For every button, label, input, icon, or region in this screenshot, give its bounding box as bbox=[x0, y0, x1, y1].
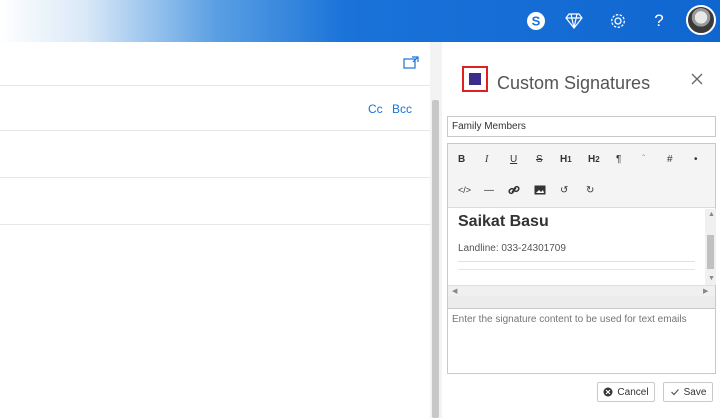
divider bbox=[0, 85, 430, 86]
top-bar: S ? bbox=[0, 0, 720, 42]
divider bbox=[458, 269, 695, 270]
signature-landline-text: Landline: 033-24301709 bbox=[458, 243, 566, 254]
diamond-icon[interactable] bbox=[561, 8, 587, 34]
paragraph-button[interactable]: ¶ bbox=[616, 151, 621, 167]
redo-button[interactable]: ↻ bbox=[586, 182, 594, 198]
svg-text:S: S bbox=[532, 14, 541, 29]
italic-button[interactable]: I bbox=[485, 151, 488, 167]
skype-icon[interactable]: S bbox=[523, 8, 549, 34]
scroll-down-icon[interactable]: ▼ bbox=[708, 275, 715, 282]
editor-horizontal-scrollbar[interactable]: ◀ ▶ bbox=[448, 285, 715, 296]
avatar[interactable] bbox=[686, 5, 716, 35]
signature-name-input[interactable] bbox=[447, 116, 716, 137]
gear-icon[interactable] bbox=[605, 8, 631, 34]
popout-icon[interactable] bbox=[403, 56, 419, 70]
link-icon[interactable] bbox=[508, 182, 520, 198]
cancel-button[interactable]: Cancel bbox=[597, 382, 655, 402]
save-label: Save bbox=[683, 386, 707, 398]
divider bbox=[458, 261, 695, 262]
signature-preview[interactable]: Saikat Basu Landline: 033-24301709 bbox=[448, 209, 705, 285]
cancel-label: Cancel bbox=[617, 386, 649, 398]
scroll-left-icon[interactable]: ◀ bbox=[452, 288, 457, 295]
scroll-right-icon[interactable]: ▶ bbox=[703, 288, 708, 295]
underline-button[interactable]: U bbox=[510, 151, 517, 167]
heading1-button[interactable]: H1 bbox=[560, 151, 572, 167]
bold-button[interactable]: B bbox=[458, 151, 465, 167]
panel-title: Custom Signatures bbox=[497, 73, 651, 93]
close-icon[interactable] bbox=[688, 70, 706, 88]
scroll-up-icon[interactable]: ▲ bbox=[708, 211, 715, 218]
code-button[interactable]: </> bbox=[458, 182, 471, 198]
signature-name-text: Saikat Basu bbox=[458, 213, 549, 230]
custom-signatures-panel: Custom Signatures B I U S H1 H2 ¶ ˆ # • … bbox=[442, 42, 720, 418]
editor-vertical-scrollbar[interactable]: ▲ ▼ bbox=[705, 209, 716, 285]
check-icon bbox=[670, 389, 679, 396]
horizontal-rule-button[interactable]: — bbox=[484, 182, 494, 198]
editor-scrollbar-thumb[interactable] bbox=[707, 235, 714, 269]
compose-area: Cc Bcc bbox=[0, 42, 430, 418]
compose-scrollbar-thumb[interactable] bbox=[432, 100, 439, 418]
divider bbox=[0, 224, 430, 225]
editor-toolbar: B I U S H1 H2 ¶ ˆ # • </> — ↺ ↻ bbox=[448, 144, 715, 208]
image-icon[interactable] bbox=[534, 182, 546, 198]
help-icon[interactable]: ? bbox=[646, 8, 672, 34]
divider bbox=[0, 130, 430, 131]
cc-link[interactable]: Cc bbox=[368, 102, 383, 116]
divider bbox=[0, 177, 430, 178]
custom-signatures-logo bbox=[462, 66, 488, 92]
cancel-icon bbox=[603, 387, 613, 397]
quote-button[interactable]: ˆ bbox=[642, 151, 645, 167]
text-signature-field[interactable] bbox=[447, 308, 716, 374]
bullet-list-button[interactable]: • bbox=[694, 151, 698, 167]
heading2-button[interactable]: H2 bbox=[588, 151, 600, 167]
hash-button[interactable]: # bbox=[667, 151, 673, 167]
save-button[interactable]: Save bbox=[663, 382, 713, 402]
undo-button[interactable]: ↺ bbox=[560, 182, 568, 198]
strikethrough-button[interactable]: S bbox=[536, 151, 543, 167]
bcc-link[interactable]: Bcc bbox=[392, 102, 412, 116]
